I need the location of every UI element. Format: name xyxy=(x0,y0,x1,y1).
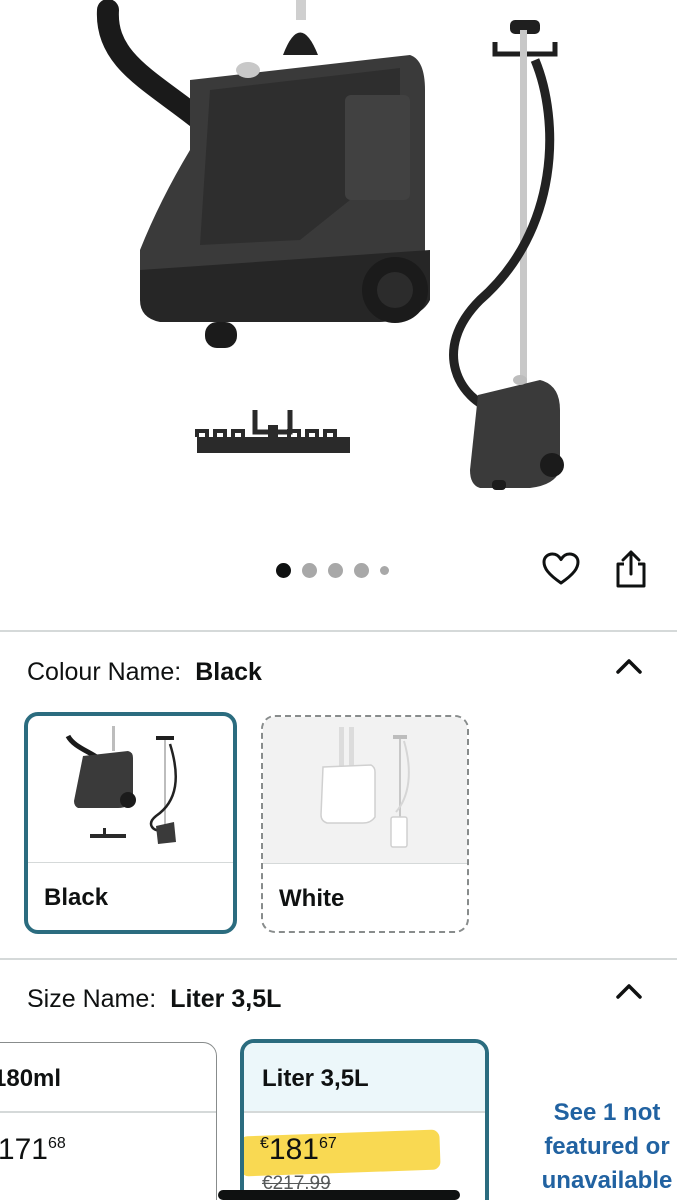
size-option-180ml[interactable]: 180ml €17168 xyxy=(0,1042,217,1200)
colour-label-key: Colour Name: xyxy=(27,658,182,686)
product-image[interactable] xyxy=(0,0,677,540)
price-fraction: 67 xyxy=(318,1135,337,1152)
size-label-value: Liter 3,5L xyxy=(170,985,282,1013)
hanger-accessory xyxy=(195,410,350,453)
section-divider xyxy=(0,958,677,960)
home-indicator[interactable] xyxy=(218,1190,460,1200)
price-currency: € xyxy=(260,1135,269,1152)
heart-icon xyxy=(542,552,580,585)
price-fraction: 68 xyxy=(47,1135,66,1152)
colour-option-white[interactable]: White xyxy=(261,715,469,933)
carousel-dot[interactable] xyxy=(328,562,343,578)
section-divider xyxy=(0,630,677,632)
size-card-separator xyxy=(244,1111,485,1113)
chevron-up-icon[interactable] xyxy=(612,650,646,684)
share-button[interactable] xyxy=(610,548,652,590)
price-whole: 181 xyxy=(268,1133,319,1166)
see-more-line: featured or xyxy=(544,1133,670,1160)
white-steamer-thumbnail xyxy=(320,727,410,848)
see-unavailable-options-link[interactable]: See 1 not featured or unavailable xyxy=(537,1096,677,1198)
colour-option-label: Black xyxy=(44,884,109,911)
colour-label-value: Black xyxy=(195,658,262,686)
size-option-price: €17168 xyxy=(0,1133,66,1167)
size-label-key: Size Name: xyxy=(27,985,157,1013)
size-card-separator xyxy=(0,1111,216,1113)
colour-option-black[interactable]: Black xyxy=(24,712,237,934)
carousel-dot[interactable] xyxy=(380,565,389,575)
see-more-line: unavailable xyxy=(541,1167,673,1194)
price-whole: 171 xyxy=(0,1133,48,1166)
steamer-illustration xyxy=(96,0,564,490)
size-option-label: 180ml xyxy=(0,1065,62,1092)
carousel-dots[interactable] xyxy=(276,562,389,578)
swatch-separator xyxy=(263,863,467,864)
share-icon xyxy=(616,550,646,588)
add-to-wishlist-button[interactable] xyxy=(540,548,582,590)
colour-name-label: Colour Name: Black xyxy=(27,658,262,687)
black-steamer-thumbnail xyxy=(65,726,177,844)
size-option-price: €18167 xyxy=(260,1133,337,1167)
steamer-body-large xyxy=(96,0,430,348)
size-option-label: Liter 3,5L xyxy=(262,1065,369,1092)
chevron-up-icon[interactable] xyxy=(612,975,646,1009)
carousel-dot[interactable] xyxy=(276,562,291,578)
steamer-full-standing xyxy=(449,20,564,490)
colour-option-label: White xyxy=(279,885,345,912)
size-option-liter-3-5l[interactable]: Liter 3,5L €18167 €217.99 xyxy=(240,1039,489,1200)
see-more-line: See 1 not xyxy=(553,1099,661,1126)
size-name-label: Size Name: Liter 3,5L xyxy=(27,985,281,1014)
carousel-dot[interactable] xyxy=(302,562,317,578)
swatch-separator xyxy=(28,862,233,863)
carousel-dot[interactable] xyxy=(354,562,369,578)
